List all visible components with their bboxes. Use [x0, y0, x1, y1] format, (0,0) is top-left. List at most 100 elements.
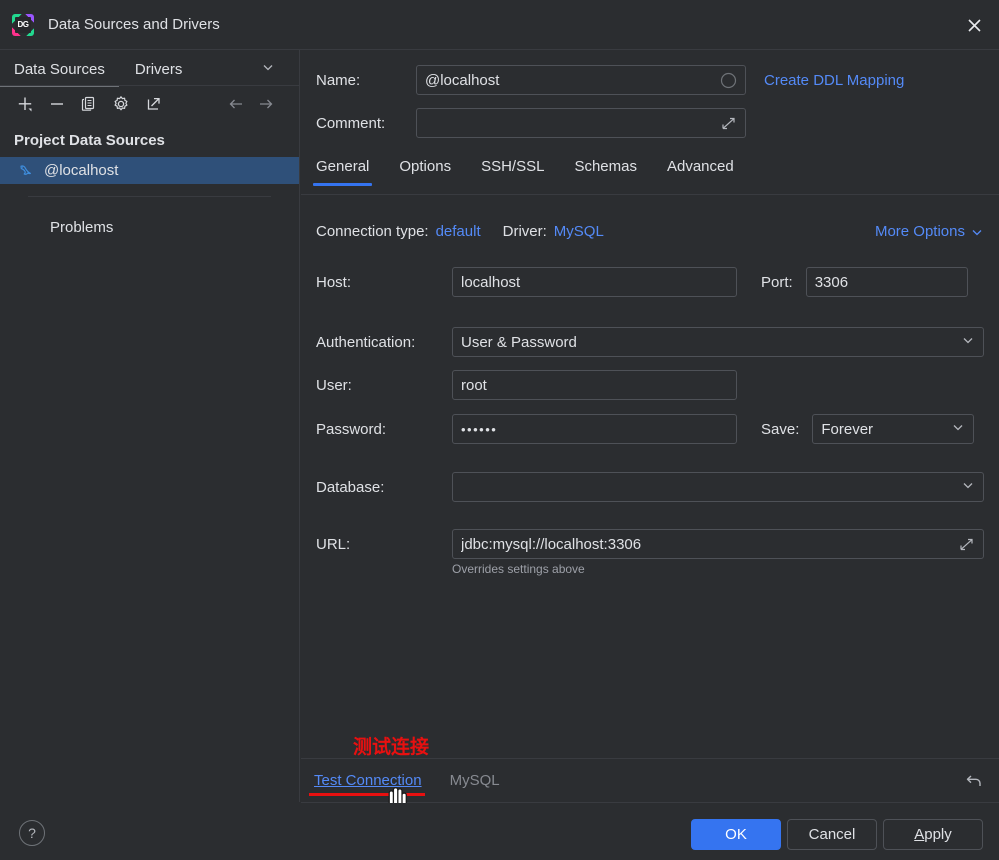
- sidebar-tab-drivers[interactable]: Drivers: [135, 61, 183, 86]
- authentication-row: Authentication: User & Password: [316, 327, 984, 357]
- external-link-icon: [147, 97, 160, 110]
- test-connection-label: Test Connection: [314, 772, 422, 789]
- host-input[interactable]: localhost: [452, 267, 737, 297]
- host-label: Host:: [316, 273, 352, 291]
- url-input[interactable]: jdbc:mysql://localhost:3306: [452, 529, 984, 559]
- duplicate-data-source-button[interactable]: [76, 91, 102, 117]
- data-source-properties-button[interactable]: [108, 91, 134, 117]
- comment-input[interactable]: [416, 108, 746, 138]
- tab-options-label: Options: [399, 158, 452, 175]
- arrow-right-icon: [260, 99, 273, 109]
- navigate-forward-button[interactable]: [253, 91, 279, 117]
- save-select[interactable]: Forever: [812, 414, 975, 444]
- more-options-link[interactable]: More Options: [875, 223, 965, 240]
- url-input-value: jdbc:mysql://localhost:3306: [461, 535, 642, 553]
- sidebar-item-localhost[interactable]: @localhost: [0, 157, 299, 184]
- user-label: User:: [316, 376, 352, 394]
- apply-button-mnemonic: A: [914, 826, 925, 843]
- tab-ssh-ssl-label: SSH/SSL: [481, 158, 545, 175]
- comment-row: Comment:: [316, 108, 984, 138]
- expand-icon[interactable]: [958, 536, 975, 553]
- close-button[interactable]: [949, 0, 999, 50]
- title-bar: DG Data Sources and Drivers: [0, 0, 999, 50]
- tab-ssh-ssl[interactable]: SSH/SSL: [481, 158, 544, 186]
- chevron-down-icon: [951, 420, 965, 438]
- sidebar-nav-buttons: [223, 91, 283, 117]
- add-data-source-button[interactable]: [12, 91, 38, 117]
- tab-advanced-label: Advanced: [666, 158, 734, 175]
- host-input-value: localhost: [461, 273, 521, 291]
- sidebar-tabs-overflow-button[interactable]: [261, 60, 275, 79]
- status-bar: Test Connection MySQL: [301, 758, 999, 803]
- connection-type-label: Connection type:: [316, 223, 429, 240]
- dialog-footer: ? OK Cancel Apply: [0, 803, 999, 860]
- database-row: Database:: [316, 472, 984, 502]
- settings-tab-divider: [301, 194, 999, 195]
- chevron-down-icon[interactable]: [970, 225, 984, 239]
- tab-general-label: General: [316, 158, 370, 175]
- user-input[interactable]: root: [452, 370, 737, 400]
- driver-value[interactable]: MySQL: [554, 223, 604, 240]
- remove-data-source-button[interactable]: [44, 91, 70, 117]
- ok-button-label: OK: [725, 826, 747, 843]
- circle-icon: [720, 72, 737, 89]
- sidebar: Data Sources Drivers Project Data Source…: [0, 50, 300, 802]
- name-row: Name: @localhost Create DDL Mapping: [316, 65, 984, 95]
- chevron-down-icon: [961, 333, 975, 351]
- name-input[interactable]: @localhost: [416, 65, 746, 95]
- database-label: Database:: [316, 478, 385, 496]
- url-hint: Overrides settings above: [452, 562, 585, 576]
- sidebar-toolbar: [0, 86, 299, 122]
- chevron-down-icon: [263, 65, 273, 71]
- authentication-label: Authentication:: [316, 333, 416, 351]
- password-label: Password:: [316, 420, 387, 438]
- data-source-settings-panel: Name: @localhost Create DDL Mapping Comm…: [301, 50, 999, 758]
- user-row: User: root: [316, 370, 984, 400]
- ok-button[interactable]: OK: [691, 819, 781, 850]
- connection-type-value[interactable]: default: [436, 223, 481, 240]
- host-port-row: Host: localhost Port: 3306: [316, 267, 984, 297]
- authentication-select-value: User & Password: [461, 333, 577, 351]
- chevron-down-icon: [961, 478, 975, 496]
- tab-schemas[interactable]: Schemas: [574, 158, 637, 186]
- window-title: Data Sources and Drivers: [48, 16, 220, 33]
- cancel-button[interactable]: Cancel: [787, 819, 877, 850]
- annotation-test-connection-cn: 测试连接: [353, 736, 430, 758]
- sidebar-item-problems[interactable]: Problems: [0, 197, 299, 236]
- connection-type-row: Connection type: default Driver: MySQL M…: [316, 223, 984, 240]
- create-ddl-mapping-link[interactable]: Create DDL Mapping: [764, 72, 904, 89]
- tab-general[interactable]: General: [312, 158, 373, 186]
- minus-icon: [51, 103, 63, 105]
- sidebar-tab-data-sources-label: Data Sources: [14, 61, 105, 78]
- comment-label: Comment:: [316, 114, 386, 132]
- datagrip-logo-icon: DG: [12, 13, 34, 36]
- password-input[interactable]: ••••••: [452, 414, 737, 444]
- authentication-select[interactable]: User & Password: [452, 327, 984, 357]
- import-data-source-button[interactable]: [140, 91, 166, 117]
- name-label: Name:: [316, 71, 361, 89]
- test-connection-link[interactable]: Test Connection: [309, 772, 425, 796]
- mysql-dolphin-icon: [18, 162, 36, 179]
- port-input[interactable]: 3306: [805, 267, 968, 297]
- save-select-value: Forever: [821, 420, 874, 438]
- apply-button-label: pply: [924, 826, 952, 843]
- sidebar-item-problems-label: Problems: [50, 219, 114, 236]
- driver-label: Driver:: [502, 223, 547, 240]
- password-row: Password: •••••• Save: Forever: [316, 414, 984, 444]
- data-sources-and-drivers-dialog: DG Data Sources and Drivers Data Sources…: [0, 0, 999, 860]
- sidebar-tab-bar: Data Sources Drivers: [0, 50, 299, 87]
- user-input-value: root: [461, 376, 487, 394]
- url-label: URL:: [316, 535, 351, 553]
- settings-tab-bar: General Options SSH/SSL Schemas Advanced: [312, 158, 764, 186]
- expand-icon[interactable]: [720, 115, 737, 132]
- database-select[interactable]: [452, 472, 984, 502]
- help-button[interactable]: ?: [19, 820, 45, 846]
- tab-options[interactable]: Options: [399, 158, 451, 186]
- revert-settings-button[interactable]: [963, 770, 985, 797]
- apply-button[interactable]: Apply: [883, 819, 983, 850]
- plus-icon: [18, 97, 32, 112]
- sidebar-tab-data-sources[interactable]: Data Sources: [0, 61, 119, 87]
- navigate-back-button[interactable]: [223, 91, 249, 117]
- tab-advanced[interactable]: Advanced: [667, 158, 734, 186]
- password-input-value: ••••••: [461, 421, 498, 437]
